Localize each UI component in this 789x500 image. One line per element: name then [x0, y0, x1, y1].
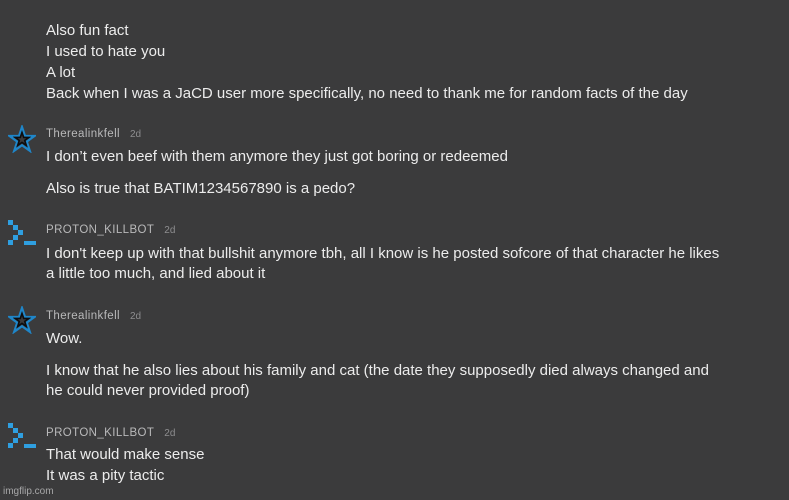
star-icon[interactable] [6, 304, 38, 335]
star-icon[interactable] [6, 123, 38, 154]
message-text-line: I don't keep up with that bullshit anymo… [46, 245, 720, 262]
username[interactable]: PROTON_KILLBOT 2d [46, 224, 175, 236]
timestamp: 2d [164, 428, 176, 439]
username-text: Therealinkfell [46, 310, 120, 322]
message-text-line: Also is true that BATIM1234567890 is a p… [46, 180, 356, 197]
timestamp: 2d [130, 129, 142, 140]
terminal-prompt-icon[interactable] [8, 219, 36, 247]
message-text-line: A lot [46, 64, 76, 81]
username[interactable]: PROTON_KILLBOT 2d [46, 427, 175, 439]
username[interactable]: Therealinkfell 2d [46, 128, 141, 140]
message-text-line: Wow. [46, 330, 83, 347]
username-text: PROTON_KILLBOT [46, 224, 155, 236]
timestamp: 2d [164, 225, 176, 236]
watermark: imgflip.com [3, 486, 54, 497]
message-text-line: he could never provided proof) [46, 382, 250, 399]
message-text-line: I used to hate you [46, 43, 166, 60]
username-text: PROTON_KILLBOT [46, 427, 155, 439]
username-text: Therealinkfell [46, 128, 120, 140]
message-text-line: a little too much, and lied about it [46, 265, 266, 282]
timestamp: 2d [130, 311, 142, 322]
message-text-line: I don’t even beef with them anymore they… [46, 148, 508, 165]
chat-thread: Also fun fact I used to hate you A lot B… [0, 0, 789, 500]
message-text-line: It was a pity tactic [46, 467, 165, 484]
message-text-line: Also fun fact [46, 22, 129, 39]
message-text-line: That would make sense [46, 446, 205, 463]
message-text-line: Back when I was a JaCD user more specifi… [46, 85, 688, 102]
terminal-prompt-icon[interactable] [8, 422, 36, 450]
message-text-line: I know that he also lies about his famil… [46, 362, 709, 379]
username[interactable]: Therealinkfell 2d [46, 310, 141, 322]
